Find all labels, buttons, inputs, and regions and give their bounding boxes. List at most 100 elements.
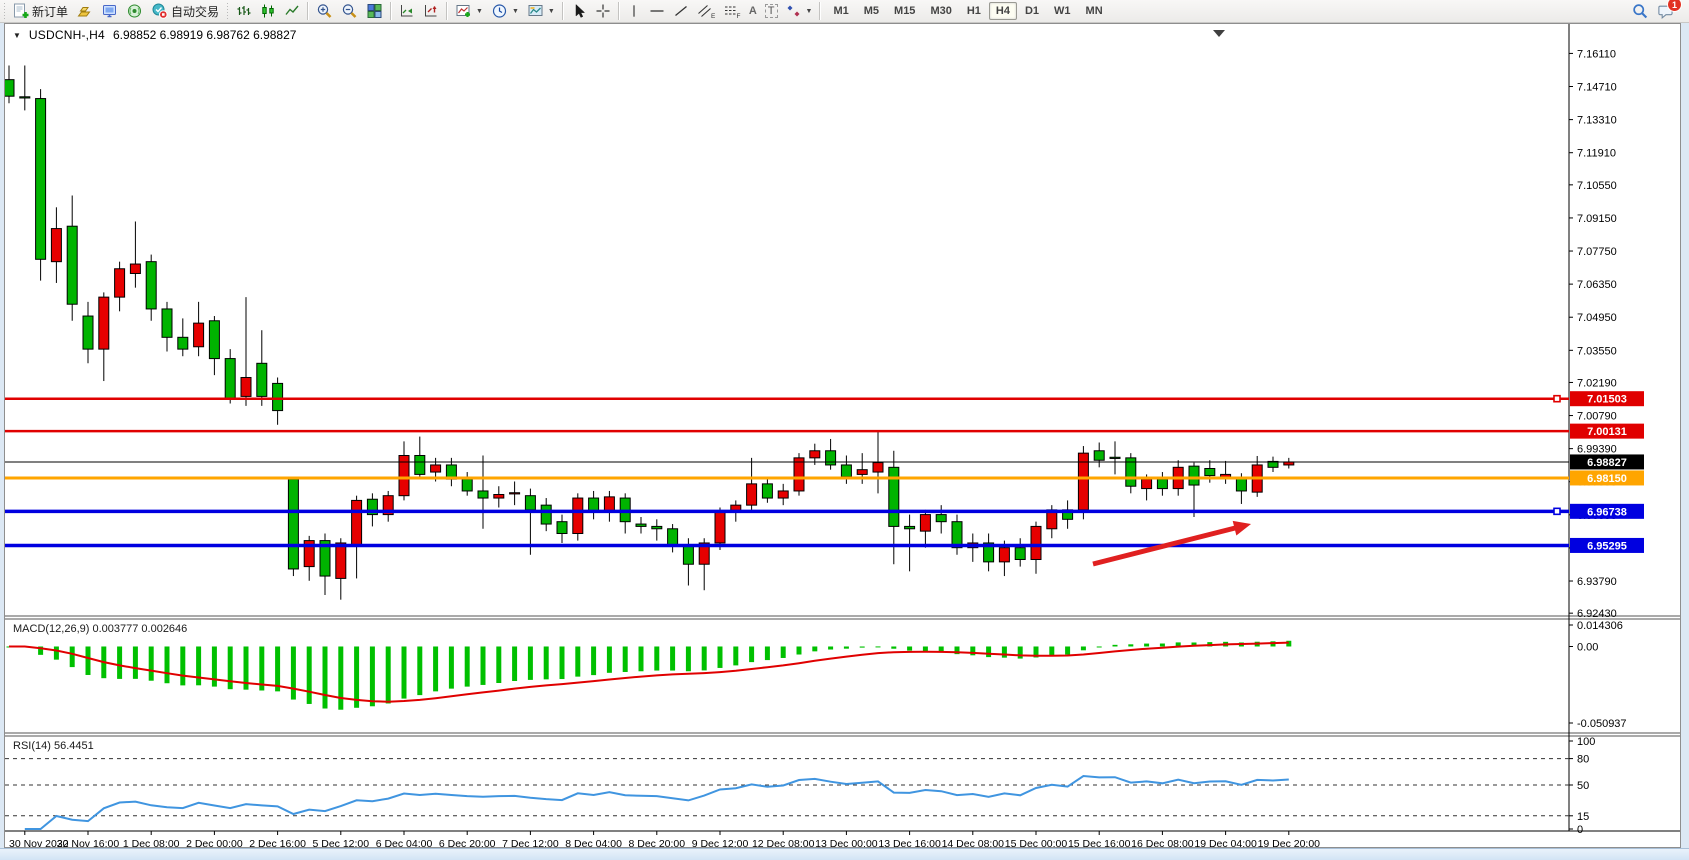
notifications-button[interactable]: 1 xyxy=(1653,0,1679,22)
macd-bar xyxy=(354,646,359,707)
timeframe-button-m15[interactable]: M15 xyxy=(887,2,922,20)
macd-bar xyxy=(386,646,391,703)
candle-down xyxy=(225,359,235,399)
trendline-tool-button[interactable] xyxy=(669,0,693,22)
navigator-button[interactable] xyxy=(97,0,122,22)
price-tick-label: 7.14710 xyxy=(1577,82,1617,94)
bar-chart-mode-button[interactable] xyxy=(232,0,256,22)
macd-bar xyxy=(923,646,928,651)
macd-bar xyxy=(765,646,770,660)
main-toolbar: 新订单 自动交易 xyxy=(0,0,1689,23)
dropdown-arrow-icon: ▼ xyxy=(806,8,813,15)
price-tick-label: 7.04950 xyxy=(1577,312,1617,324)
chart-shift-icon xyxy=(423,3,439,19)
macd-bar xyxy=(828,646,833,649)
timeframe-button-w1[interactable]: W1 xyxy=(1047,2,1078,20)
macd-bar xyxy=(1065,646,1070,654)
macd-bar xyxy=(465,646,470,686)
timeframe-button-m5[interactable]: M5 xyxy=(857,2,886,20)
macd-bar xyxy=(196,646,201,685)
fibonacci-tool-button[interactable]: F xyxy=(719,0,745,22)
cursor-tool-button[interactable] xyxy=(567,0,591,22)
zoom-in-icon xyxy=(316,3,333,19)
timeframe-button-h1[interactable]: H1 xyxy=(960,2,988,20)
market-watch-button[interactable] xyxy=(72,0,97,22)
macd-bar xyxy=(1097,646,1102,647)
horizontal-line-tool-button[interactable] xyxy=(645,0,669,22)
price-tick-label: 6.92430 xyxy=(1577,608,1617,620)
candle-down xyxy=(636,524,646,526)
timeframe-button-m30[interactable]: M30 xyxy=(923,2,958,20)
macd-bar xyxy=(1128,644,1133,646)
strategy-tester-button[interactable] xyxy=(122,0,147,22)
candle-down xyxy=(557,522,567,534)
clock-icon xyxy=(491,3,508,19)
svg-text:6.95295: 6.95295 xyxy=(1587,540,1627,552)
zoom-out-button[interactable] xyxy=(337,0,362,22)
time-tick-label: 7 Dec 12:00 xyxy=(502,838,559,847)
axis-labels-layer: 7.161107.147107.133107.119107.105507.091… xyxy=(9,48,1644,847)
line-chart-mode-button[interactable] xyxy=(280,0,304,22)
chart-window[interactable]: 7.161107.147107.133107.119107.105507.091… xyxy=(4,23,1681,848)
price-tick-label: 6.93790 xyxy=(1577,576,1617,588)
timeframe-button-h4[interactable]: H4 xyxy=(989,2,1017,20)
horizontal-line-icon xyxy=(649,3,665,19)
channel-tool-button[interactable]: E xyxy=(693,0,719,22)
svg-text:7.01503: 7.01503 xyxy=(1587,394,1627,406)
chart-canvas[interactable]: 7.161107.147107.133107.119107.105507.091… xyxy=(5,24,1680,847)
time-tick-label: 5 Dec 12:00 xyxy=(312,838,369,847)
candle-up xyxy=(99,297,109,349)
axes-layer xyxy=(5,24,1680,831)
cursor-icon xyxy=(571,3,587,19)
vertical-line-tool-button[interactable] xyxy=(623,0,645,22)
new-order-button[interactable]: 新订单 xyxy=(9,0,72,22)
auto-scroll-button[interactable] xyxy=(395,0,419,22)
zoom-in-button[interactable] xyxy=(312,0,337,22)
svg-text:6.96738: 6.96738 xyxy=(1587,506,1627,518)
candle-down xyxy=(288,479,298,569)
periods-button[interactable]: ▼ xyxy=(487,0,523,22)
arrows-tool-button[interactable]: ▼ xyxy=(782,0,817,22)
toolbar-grip[interactable] xyxy=(2,3,7,19)
fibonacci-icon: F xyxy=(723,3,741,19)
text-tool-button[interactable]: A xyxy=(745,0,761,22)
macd-bar xyxy=(718,646,723,667)
toolbar-separator xyxy=(562,2,564,20)
candle-down xyxy=(146,262,156,309)
autotrading-button[interactable]: 自动交易 xyxy=(147,0,223,22)
timeframe-button-d1[interactable]: D1 xyxy=(1018,2,1046,20)
timeframe-button-mn[interactable]: MN xyxy=(1079,2,1110,20)
timeframe-button-m1[interactable]: M1 xyxy=(826,2,855,20)
crosshair-tool-button[interactable] xyxy=(591,0,615,22)
svg-text:6.98827: 6.98827 xyxy=(1587,457,1627,469)
candle-down xyxy=(936,515,946,522)
macd-bar xyxy=(1144,644,1149,647)
rsi-tick-label: 50 xyxy=(1577,780,1589,792)
toolbar-grip[interactable] xyxy=(225,3,230,19)
macd-bar xyxy=(654,646,659,670)
candle-down xyxy=(478,491,488,498)
time-tick-label: 6 Dec 04:00 xyxy=(376,838,433,847)
templates-button[interactable]: ▼ xyxy=(523,0,559,22)
bar-chart-icon xyxy=(236,3,252,19)
tile-windows-button[interactable] xyxy=(362,0,387,22)
collapse-triangle-icon[interactable]: ▼ xyxy=(13,31,21,40)
candle-down xyxy=(209,321,219,359)
search-icon xyxy=(1631,3,1649,20)
chart-shift-button[interactable] xyxy=(419,0,443,22)
svg-text:6.98150: 6.98150 xyxy=(1587,473,1627,485)
macd-bar xyxy=(54,646,59,659)
candles-layer xyxy=(5,65,1294,599)
rsi-tick-label: 15 xyxy=(1577,811,1589,823)
indicators-button[interactable]: ▼ xyxy=(451,0,487,22)
time-tick-label: 15 Dec 16:00 xyxy=(1068,838,1131,847)
chart-title-bar: ▼ USDCNH-,H4 6.98852 6.98919 6.98762 6.9… xyxy=(13,28,296,42)
candle-down xyxy=(273,383,283,410)
search-button[interactable] xyxy=(1627,0,1653,22)
macd-bar xyxy=(291,646,296,699)
macd-bar xyxy=(433,646,438,691)
new-order-label: 新订单 xyxy=(32,3,68,20)
candle-chart-mode-button[interactable] xyxy=(256,0,280,22)
text-label-tool-button[interactable]: T xyxy=(761,0,782,22)
text-label-icon: T xyxy=(765,4,778,18)
